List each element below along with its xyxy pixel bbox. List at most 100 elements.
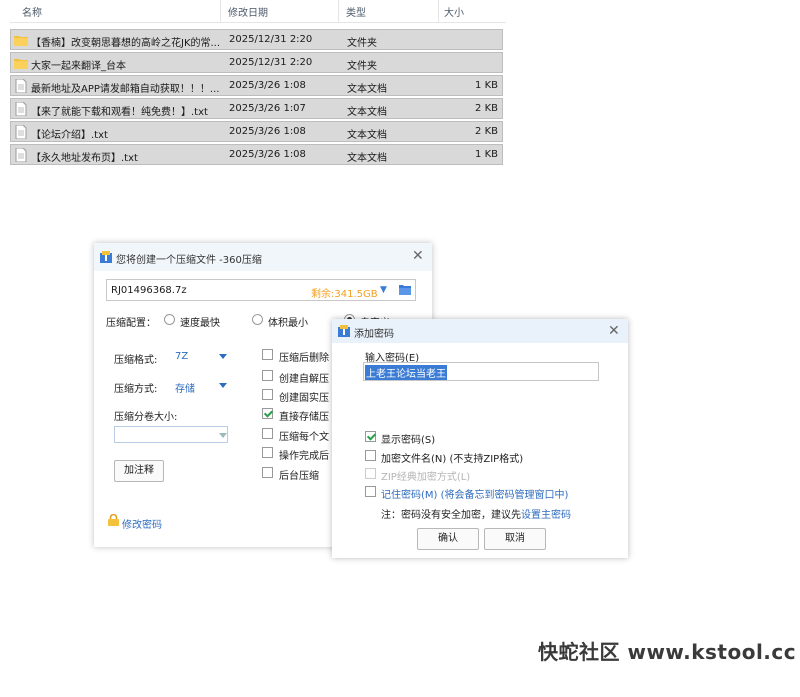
file-date: 2025/3/26 1:08 — [229, 149, 306, 160]
file-size: 2 KB — [475, 126, 498, 137]
file-type: 文本文档 — [347, 84, 387, 95]
file-date: 2025/3/26 1:08 — [229, 80, 306, 91]
compress-dialog-titlebar[interactable]: 您将创建一个压缩文件 -360压缩 ✕ — [94, 243, 432, 271]
close-icon[interactable]: ✕ — [608, 323, 620, 339]
radio-fastest-label: 速度最快 — [180, 318, 220, 329]
close-icon[interactable]: ✕ — [412, 248, 424, 264]
cancel-button[interactable]: 取消 — [484, 528, 546, 550]
config-label: 压缩配置： — [106, 318, 156, 329]
encrypt-filenames-label: 加密文件名(N) (不支持ZIP格式) — [381, 454, 524, 465]
file-size: 2 KB — [475, 103, 498, 114]
method-select[interactable]: 存储 — [175, 380, 195, 395]
text-file-icon — [15, 125, 27, 139]
column-name-header[interactable]: 名称 — [22, 4, 42, 19]
option-checkbox[interactable] — [262, 408, 273, 419]
file-type: 文件夹 — [347, 61, 377, 72]
file-size: 1 KB — [475, 149, 498, 160]
zip-classic-label: ZIP经典加密方式(L) — [381, 472, 471, 483]
format-select[interactable]: 7Z — [175, 351, 188, 362]
option-label: 压缩后删除 — [279, 353, 329, 364]
file-name: 【永久地址发布页】.txt — [31, 153, 138, 164]
volume-size-combo[interactable] — [114, 426, 228, 443]
set-master-password-link[interactable]: 设置主密码 — [521, 510, 571, 521]
column-type-header[interactable]: 类型 — [346, 4, 366, 19]
free-space-label: 剩余:341.5GB — [311, 289, 378, 300]
radio-fastest[interactable] — [164, 314, 175, 325]
option-checkbox[interactable] — [262, 428, 273, 439]
zip-classic-checkbox[interactable] — [365, 468, 376, 479]
method-label: 压缩方式: — [114, 384, 158, 395]
password-value: 上老王论坛当老王 — [365, 365, 447, 380]
ok-button[interactable]: 确认 — [417, 528, 479, 550]
file-date: 2025/3/26 1:07 — [229, 103, 306, 114]
text-file-icon — [15, 79, 27, 93]
file-name: 【来了就能下载和观看！纯免费！】.txt — [31, 107, 208, 118]
chevron-down-icon[interactable] — [219, 383, 227, 388]
encrypt-filenames-checkbox[interactable] — [365, 450, 376, 461]
chevron-down-icon[interactable]: ▼ — [380, 285, 387, 295]
file-size: 1 KB — [475, 80, 498, 91]
output-path-value: RJ01496368.7z — [111, 285, 187, 296]
file-row[interactable]: 【香楠】改变朝思暮想的高岭之花JK的常... 2025/12/31 2:20 文… — [10, 29, 503, 50]
column-size-header[interactable]: 大小 — [444, 4, 464, 19]
remember-password-checkbox[interactable] — [365, 486, 376, 497]
add-password-dialog: 添加密码 ✕ 输入密码(E) 上老王论坛当老王 显示密码(S) 加密文件名(N)… — [332, 319, 628, 558]
password-input[interactable]: 上老王论坛当老王 — [363, 362, 599, 381]
security-note: 注：密码没有安全加密，建议先设置主密码 — [381, 506, 571, 521]
radio-smallest[interactable] — [252, 314, 263, 325]
option-label: 压缩每个文 — [279, 432, 329, 443]
format-label: 压缩格式: — [114, 355, 158, 366]
file-row[interactable]: 【永久地址发布页】.txt 2025/3/26 1:08 文本文档 1 KB — [10, 144, 503, 165]
radio-smallest-label: 体积最小 — [268, 318, 308, 329]
change-password-link[interactable]: 修改密码 — [122, 516, 162, 531]
security-note-text: 注：密码没有安全加密，建议先 — [381, 510, 521, 521]
chevron-down-icon[interactable] — [219, 433, 227, 438]
file-row[interactable]: 【来了就能下载和观看！纯免费！】.txt 2025/3/26 1:07 文本文档… — [10, 98, 503, 119]
option-label: 操作完成后 — [279, 451, 329, 462]
show-password-checkbox[interactable] — [365, 431, 376, 442]
sort-ascending-icon[interactable]: ^ — [118, 0, 126, 4]
column-separator[interactable] — [338, 0, 339, 22]
file-date: 2025/12/31 2:20 — [229, 57, 313, 68]
column-separator[interactable] — [220, 0, 221, 22]
file-type: 文件夹 — [347, 38, 377, 49]
site-watermark: 快蛇社区 www.kstool.cc — [538, 640, 797, 664]
column-separator[interactable] — [438, 0, 439, 22]
file-name: 【论坛介绍】.txt — [31, 130, 108, 141]
password-dialog-titlebar[interactable]: 添加密码 ✕ — [332, 319, 628, 343]
option-checkbox[interactable] — [262, 389, 273, 400]
volume-label: 压缩分卷大小: — [114, 412, 178, 423]
file-name: 大家一起来翻译_台本 — [31, 61, 126, 72]
file-name: 【香楠】改变朝思暮想的高岭之花JK的常... — [31, 38, 221, 49]
column-date-header[interactable]: 修改日期 — [228, 4, 268, 19]
file-date: 2025/3/26 1:08 — [229, 126, 306, 137]
folder-icon — [14, 36, 28, 46]
file-list-header: ^ 名称 修改日期 类型 大小 — [10, 0, 506, 23]
file-type: 文本文档 — [347, 130, 387, 141]
remember-password-label[interactable]: 记住密码(M) (将会备忘到密码管理窗口中) — [381, 486, 568, 501]
file-date: 2025/12/31 2:20 — [229, 34, 313, 45]
option-label: 创建自解压 — [279, 374, 329, 385]
text-file-icon — [15, 148, 27, 162]
file-name: 最新地址及APP请发邮箱自动获取！！！... — [31, 84, 220, 95]
show-password-label: 显示密码(S) — [381, 435, 436, 446]
folder-icon — [14, 59, 28, 69]
file-type: 文本文档 — [347, 153, 387, 164]
option-checkbox[interactable] — [262, 447, 273, 458]
option-checkbox[interactable] — [262, 349, 273, 360]
lock-icon — [108, 514, 119, 526]
option-checkbox[interactable] — [262, 370, 273, 381]
folder-browse-icon[interactable] — [399, 285, 411, 295]
add-comment-button[interactable]: 加注释 — [114, 460, 164, 482]
archive-app-icon — [338, 325, 350, 337]
file-list: ^ 名称 修改日期 类型 大小 【香楠】改变朝思暮想的高岭之花JK的常... 2… — [10, 0, 506, 165]
option-checkbox[interactable] — [262, 467, 273, 478]
file-row[interactable]: 最新地址及APP请发邮箱自动获取！！！... 2025/3/26 1:08 文本… — [10, 75, 503, 96]
chevron-down-icon[interactable] — [219, 354, 227, 359]
output-path-field[interactable]: RJ01496368.7z 剩余:341.5GB ▼ — [106, 279, 416, 301]
file-row[interactable]: 大家一起来翻译_台本 2025/12/31 2:20 文件夹 — [10, 52, 503, 73]
option-label: 后台压缩 — [279, 471, 319, 482]
file-row[interactable]: 【论坛介绍】.txt 2025/3/26 1:08 文本文档 2 KB — [10, 121, 503, 142]
archive-app-icon — [100, 251, 112, 263]
file-type: 文本文档 — [347, 107, 387, 118]
